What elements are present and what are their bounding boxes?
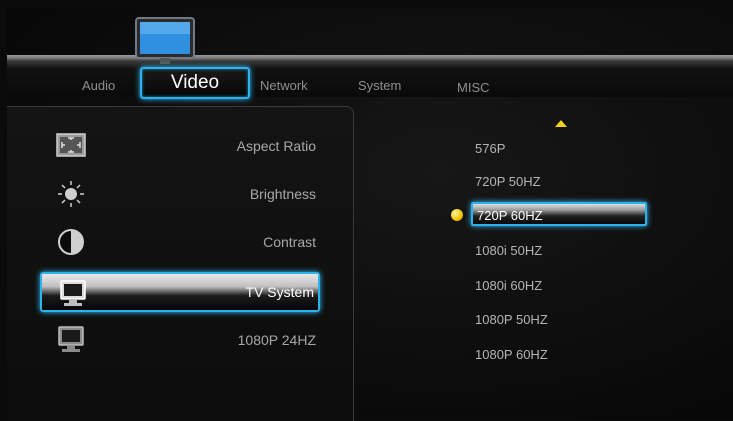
option-720p-60hz[interactable]: 720P 60HZ [471,202,647,226]
tab-network[interactable]: Network [260,78,308,93]
setting-1080p-24hz[interactable]: 1080P 24HZ [40,320,320,360]
option-1080i-50hz[interactable]: 1080i 50HZ [475,243,542,258]
option-576p[interactable]: 576P [475,141,505,156]
tab-misc[interactable]: MISC [457,80,490,95]
monitor-icon [60,280,86,306]
setting-label: 1080P 24HZ [237,332,316,348]
tab-video[interactable]: Video [140,67,250,99]
contrast-icon [58,229,84,255]
option-1080i-60hz[interactable]: 1080i 60HZ [475,278,542,293]
setting-label: Aspect Ratio [236,138,316,154]
brightness-icon [58,181,84,207]
tab-system[interactable]: System [358,78,401,93]
option-1080p-50hz[interactable]: 1080P 50HZ [475,312,548,327]
option-1080p-60hz[interactable]: 1080P 60HZ [475,347,548,362]
scroll-up-arrow-icon[interactable] [555,120,567,127]
option-720p-50hz[interactable]: 720P 50HZ [475,174,541,189]
selected-indicator-icon [451,209,463,221]
setting-contrast[interactable]: Contrast [40,222,320,262]
setting-label: Contrast [263,234,316,250]
monitor-icon [58,326,84,352]
tv-icon [135,17,195,64]
setting-brightness[interactable]: Brightness [40,174,320,214]
setting-aspect-ratio[interactable]: Aspect Ratio [40,126,320,166]
setting-label: TV System [245,284,314,300]
tab-audio[interactable]: Audio [82,78,115,93]
aspect-ratio-icon [56,133,86,157]
setting-label: Brightness [249,186,316,202]
setting-tv-system[interactable]: TV System [40,272,320,312]
